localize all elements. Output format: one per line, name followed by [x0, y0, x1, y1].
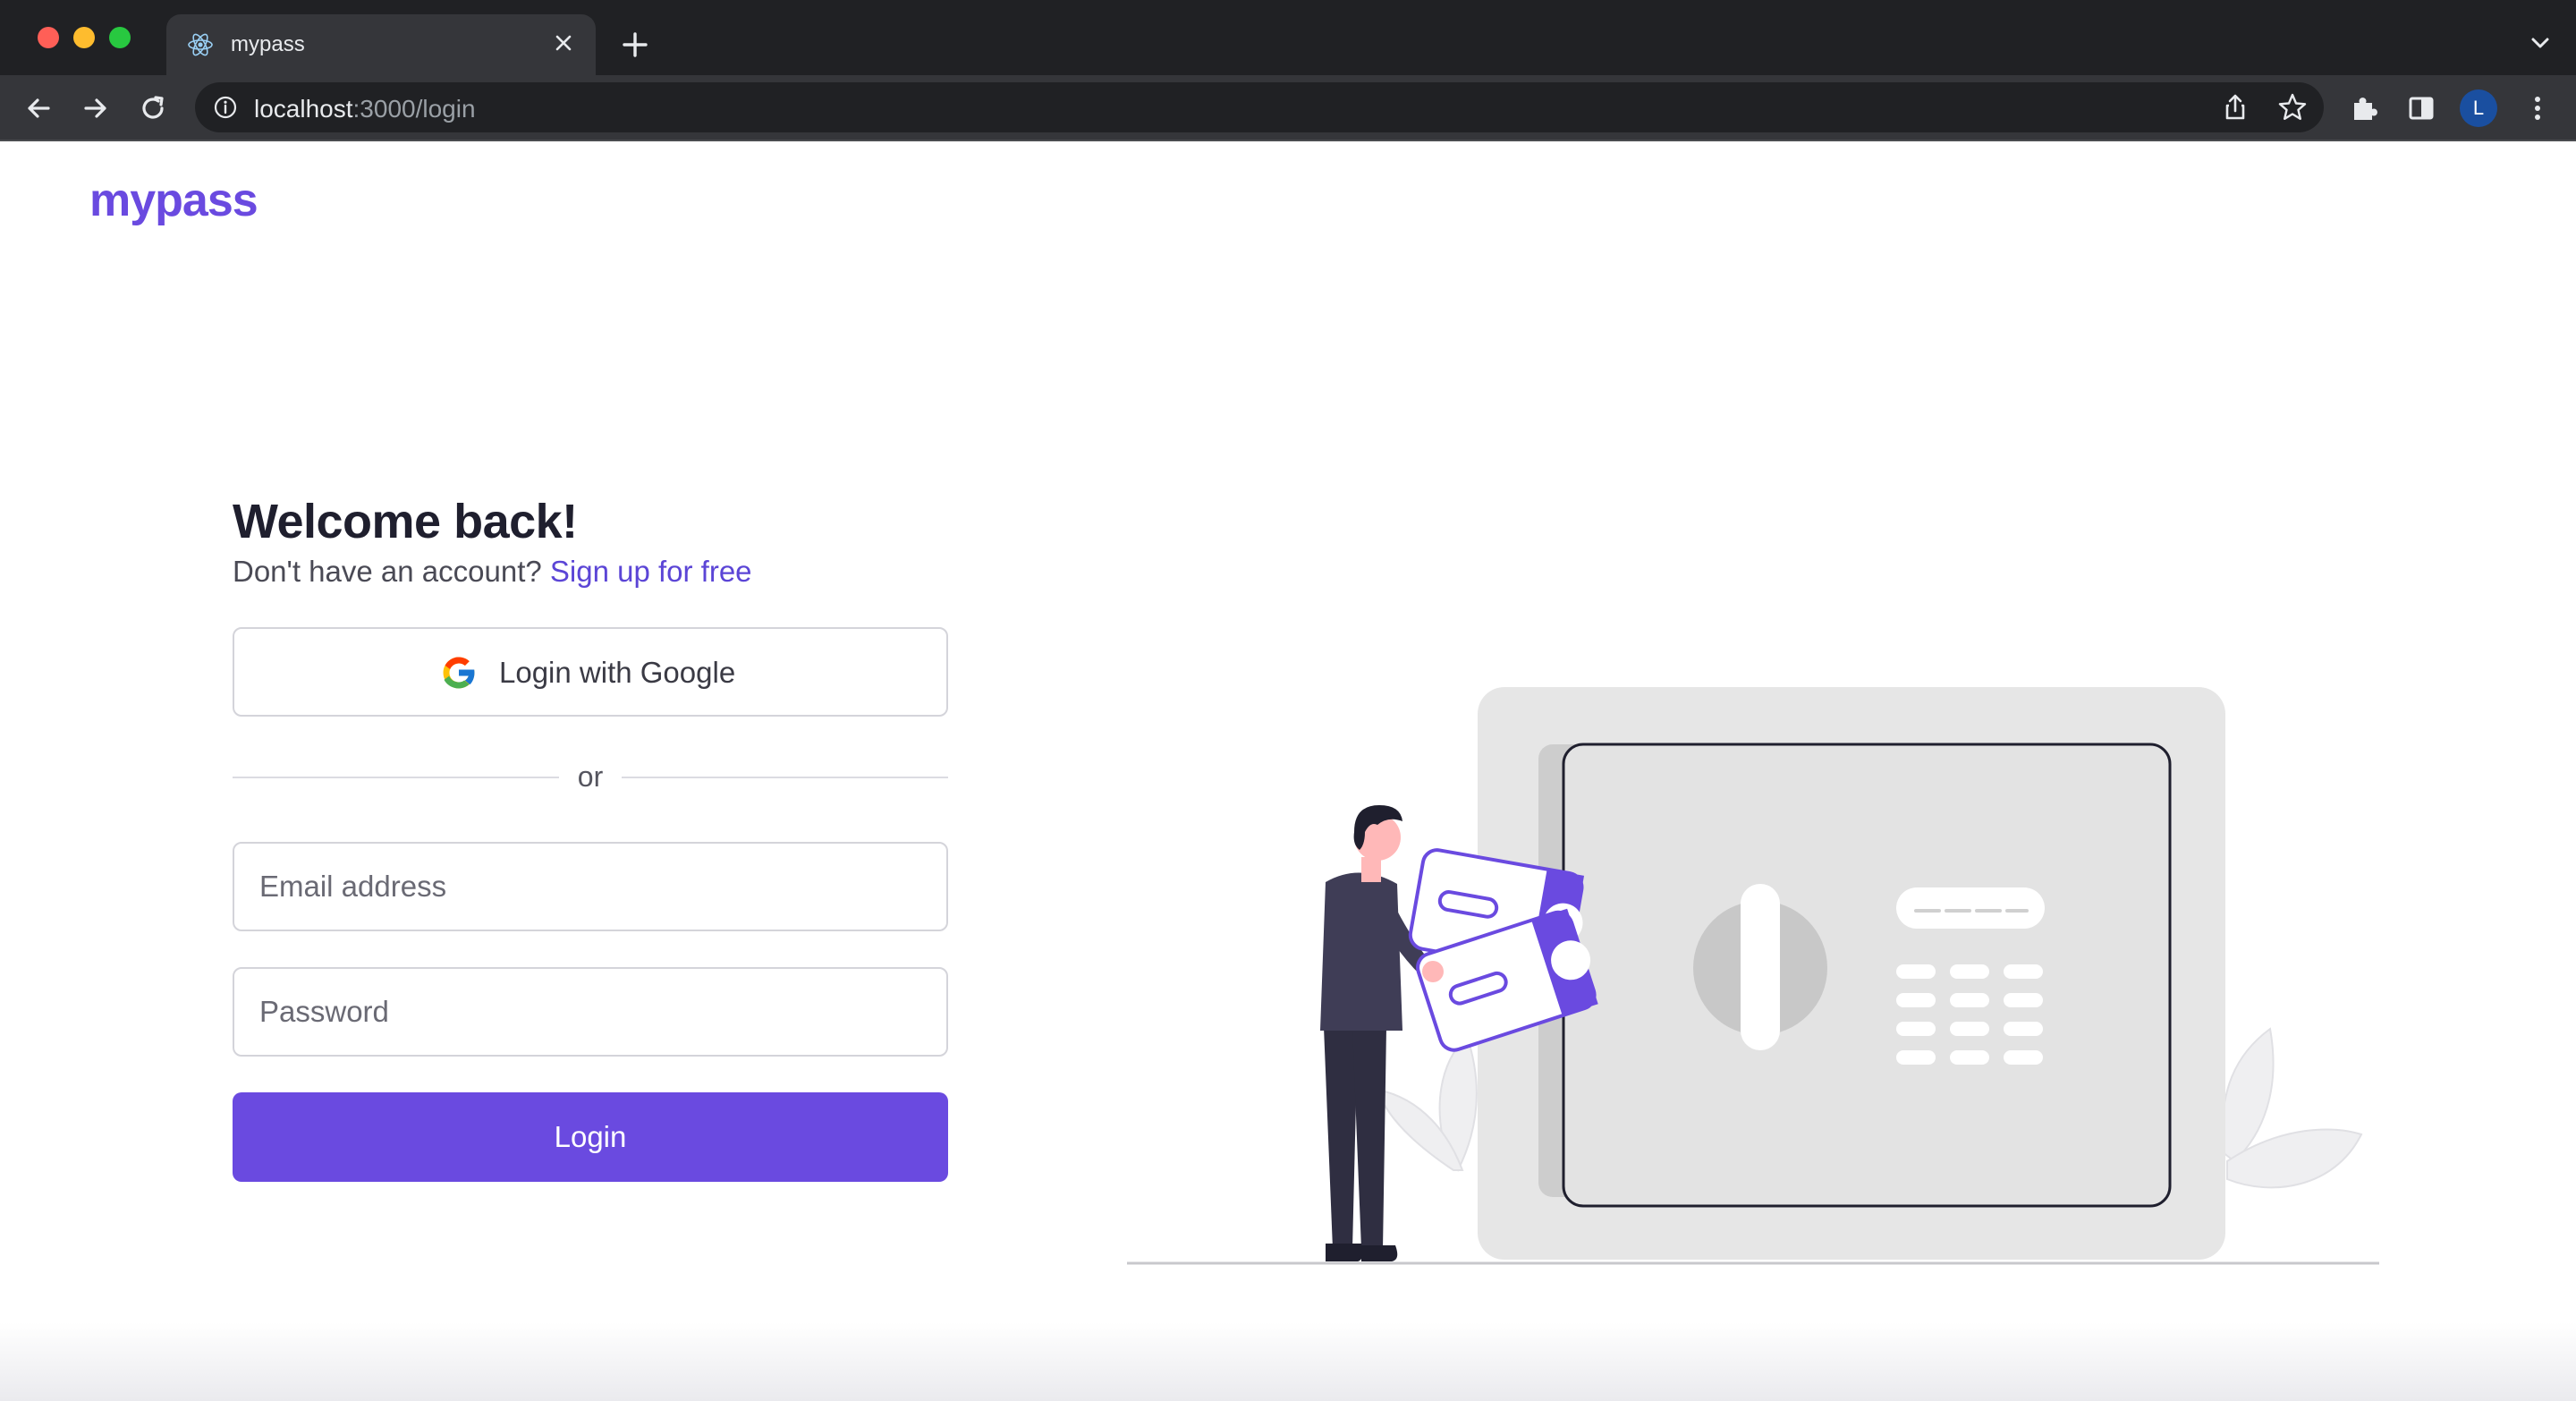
window-zoom-button[interactable]	[109, 27, 131, 48]
star-icon[interactable]	[2275, 90, 2309, 124]
kebab-menu-icon[interactable]	[2521, 91, 2555, 125]
forward-arrow-icon[interactable]	[79, 91, 113, 125]
url-text: localhost:3000/login	[254, 95, 476, 123]
page-content: mypass Welcome back! Don't have an accou…	[0, 141, 2576, 1401]
address-bar[interactable]: localhost:3000/login	[195, 82, 2324, 132]
google-login-button[interactable]: Login with Google	[233, 627, 948, 717]
signup-prompt: Don't have an account? Sign up for free	[233, 555, 752, 589]
bottom-fade	[0, 1322, 2576, 1401]
sidebar-icon[interactable]	[2404, 91, 2438, 125]
info-icon[interactable]	[213, 95, 238, 120]
react-favicon-icon	[188, 33, 213, 56]
brand-logo[interactable]: mypass	[89, 174, 258, 227]
chevron-down-icon[interactable]	[2528, 30, 2553, 55]
divider-label: or	[577, 760, 604, 793]
person-with-safe-illustration	[1127, 687, 2379, 1265]
tab-title: mypass	[231, 32, 305, 56]
profile-avatar[interactable]: L	[2460, 89, 2497, 127]
back-arrow-icon[interactable]	[21, 91, 55, 125]
puzzle-icon[interactable]	[2347, 91, 2381, 125]
share-icon[interactable]	[2218, 90, 2252, 124]
browser-tab-strip: mypass	[0, 0, 2576, 75]
plus-icon[interactable]	[615, 25, 655, 64]
reload-icon[interactable]	[136, 91, 170, 125]
window-minimize-button[interactable]	[73, 27, 95, 48]
password-field[interactable]	[233, 967, 948, 1057]
browser-tab[interactable]: mypass	[166, 14, 596, 75]
divider-left	[233, 777, 559, 778]
url-host: localhost	[254, 95, 353, 123]
url-path: :3000/login	[352, 95, 476, 123]
page-title: Welcome back!	[233, 495, 578, 548]
signup-link[interactable]: Sign up for free	[550, 555, 752, 588]
google-logo-icon	[443, 657, 476, 689]
close-icon[interactable]	[547, 27, 580, 59]
signup-prompt-text: Don't have an account?	[233, 555, 542, 588]
google-login-label: Login with Google	[499, 656, 736, 689]
divider-right	[622, 777, 948, 778]
email-field[interactable]	[233, 842, 948, 931]
window-close-button[interactable]	[38, 27, 59, 48]
browser-toolbar: localhost:3000/login L	[0, 75, 2576, 141]
login-button[interactable]: Login	[233, 1092, 948, 1182]
